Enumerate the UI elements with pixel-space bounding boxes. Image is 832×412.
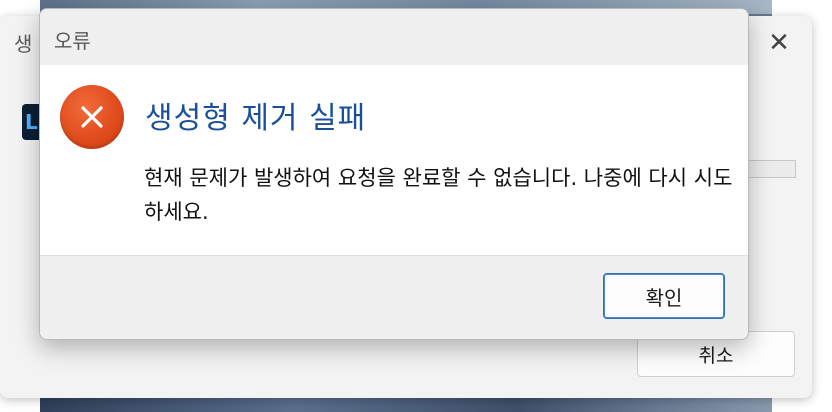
dialog-message: 현재 문제가 발생하여 요청을 완료할 수 없습니다. 나중에 다시 시도하세요… xyxy=(144,166,733,224)
dialog-heading: 생성형 제거 실패 xyxy=(145,101,367,136)
dialog-titlebar: 오류 xyxy=(40,9,748,65)
dialog-footer: 확인 xyxy=(40,256,748,339)
error-dialog: 오류 생성형 제거 실패 현재 문제가 발생하여 요청을 완료할 수 없습니다.… xyxy=(39,8,749,340)
dialog-body: 생성형 제거 실패 현재 문제가 발생하여 요청을 완료할 수 없습니다. 나중… xyxy=(40,65,748,256)
x-mark-icon xyxy=(81,106,103,128)
error-x-icon xyxy=(60,85,124,149)
ok-button[interactable]: 확인 xyxy=(603,273,725,319)
dialog-title: 오류 xyxy=(54,29,91,53)
parent-window-title: 생 xyxy=(14,32,33,56)
background-image-bottom xyxy=(40,398,772,412)
progress-bar xyxy=(742,160,796,178)
close-icon[interactable]: ✕ xyxy=(762,26,796,60)
